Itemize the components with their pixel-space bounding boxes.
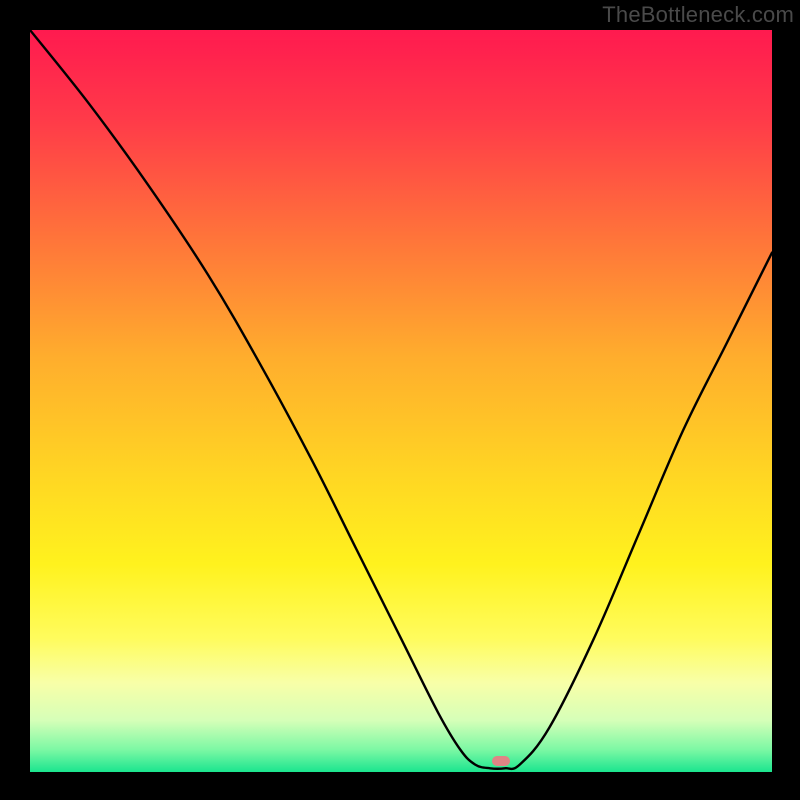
gradient-background bbox=[30, 30, 772, 772]
chart-root: TheBottleneck.com bbox=[0, 0, 800, 800]
optimum-marker bbox=[492, 756, 510, 766]
watermark-text: TheBottleneck.com bbox=[602, 2, 794, 28]
heat-gradient-with-curve bbox=[30, 30, 772, 772]
plot-area bbox=[30, 30, 772, 772]
